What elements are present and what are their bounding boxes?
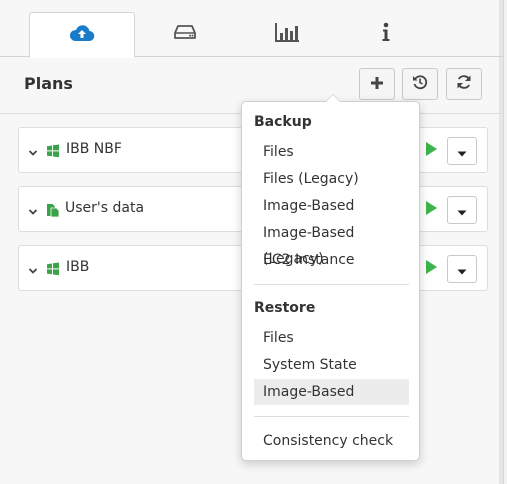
tab-storage[interactable] xyxy=(133,12,237,56)
restore-section-header: Restore xyxy=(254,300,316,316)
plan-name: User's data xyxy=(65,200,145,216)
play-icon xyxy=(424,200,438,220)
plan-name: IBB NBF xyxy=(66,141,122,157)
menu-item-restore-system-state[interactable]: System State xyxy=(254,352,409,378)
menu-item-backup-image-based-legacy[interactable]: Image-Based (Legacy) xyxy=(254,220,409,267)
add-plan-button[interactable] xyxy=(359,68,395,100)
menu-item-backup-image-based[interactable]: Image-Based xyxy=(254,193,409,219)
menu-pointer xyxy=(325,94,341,102)
caret-down-icon xyxy=(457,201,467,220)
refresh-icon xyxy=(456,74,472,94)
tab-bar xyxy=(0,0,503,58)
add-plan-menu: Backup Files Files (Legacy) Image-Based … xyxy=(241,94,420,461)
menu-item-restore-image-based[interactable]: Image-Based xyxy=(254,379,409,405)
tab-info[interactable] xyxy=(334,12,438,56)
run-plan-button[interactable] xyxy=(418,255,444,283)
tab-backup[interactable] xyxy=(29,12,135,58)
plan-options-dropdown[interactable] xyxy=(447,137,477,165)
caret-down-icon xyxy=(457,142,467,161)
caret-down-icon xyxy=(457,260,467,279)
backup-section-header: Backup xyxy=(254,114,312,130)
cloud-upload-icon xyxy=(69,23,95,47)
menu-item-backup-files-legacy[interactable]: Files (Legacy) xyxy=(254,166,409,192)
play-icon xyxy=(424,259,438,279)
bar-chart-icon xyxy=(274,22,300,46)
page-title: Plans xyxy=(24,74,73,93)
plan-name: IBB xyxy=(66,259,90,275)
chevron-down-icon[interactable] xyxy=(28,202,38,221)
menu-item-consistency-check[interactable]: Consistency check xyxy=(254,428,409,454)
windows-icon xyxy=(46,261,60,280)
chevron-down-icon[interactable] xyxy=(28,143,38,162)
history-button[interactable] xyxy=(402,68,438,100)
files-icon xyxy=(46,202,60,221)
plans-panel: Plans IBB NBF User's data IBB Backup Fil… xyxy=(0,0,504,484)
plus-icon xyxy=(370,75,384,94)
tab-reports[interactable] xyxy=(235,12,339,56)
chevron-down-icon[interactable] xyxy=(28,261,38,280)
menu-item-backup-files[interactable]: Files xyxy=(254,139,409,165)
menu-item-backup-ec2-instance[interactable]: EC2 Instance xyxy=(254,247,409,273)
info-icon xyxy=(381,22,391,46)
refresh-button[interactable] xyxy=(446,68,482,100)
hard-drive-icon xyxy=(174,24,196,44)
menu-item-restore-files[interactable]: Files xyxy=(254,325,409,351)
play-icon xyxy=(424,141,438,161)
menu-divider xyxy=(254,284,409,285)
run-plan-button[interactable] xyxy=(418,137,444,165)
plan-options-dropdown[interactable] xyxy=(447,255,477,283)
history-icon xyxy=(412,74,428,94)
plan-options-dropdown[interactable] xyxy=(447,196,477,224)
menu-divider xyxy=(254,416,409,417)
windows-icon xyxy=(46,143,60,162)
run-plan-button[interactable] xyxy=(418,196,444,224)
